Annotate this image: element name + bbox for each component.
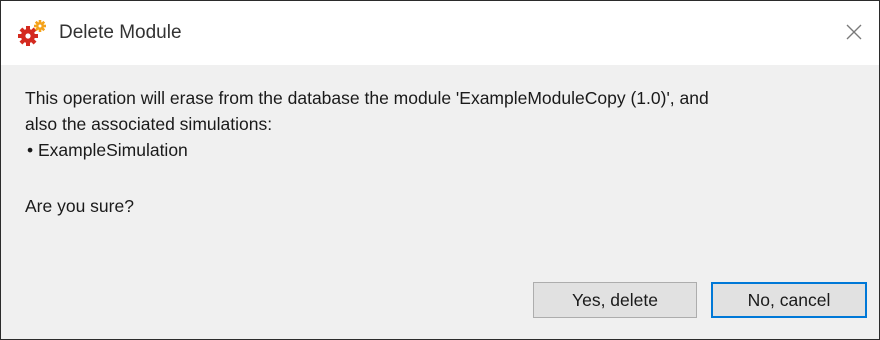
dialog-title: Delete Module	[59, 22, 182, 43]
close-icon[interactable]	[839, 17, 869, 47]
message-line-2: also the associated simulations:	[25, 114, 273, 134]
yes-delete-button[interactable]: Yes, delete	[533, 282, 697, 318]
message-line-1: This operation will erase from the datab…	[25, 88, 709, 108]
simulation-list-item: • ExampleSimulation	[27, 140, 188, 160]
delete-module-dialog: Delete Module This operation will erase …	[0, 0, 880, 340]
message-body: This operation will erase from the datab…	[25, 85, 865, 219]
no-cancel-button[interactable]: No, cancel	[711, 282, 867, 318]
title-bar[interactable]: Delete Module	[1, 1, 879, 65]
confirm-question: Are you sure?	[25, 196, 134, 216]
gears-icon	[18, 20, 46, 46]
